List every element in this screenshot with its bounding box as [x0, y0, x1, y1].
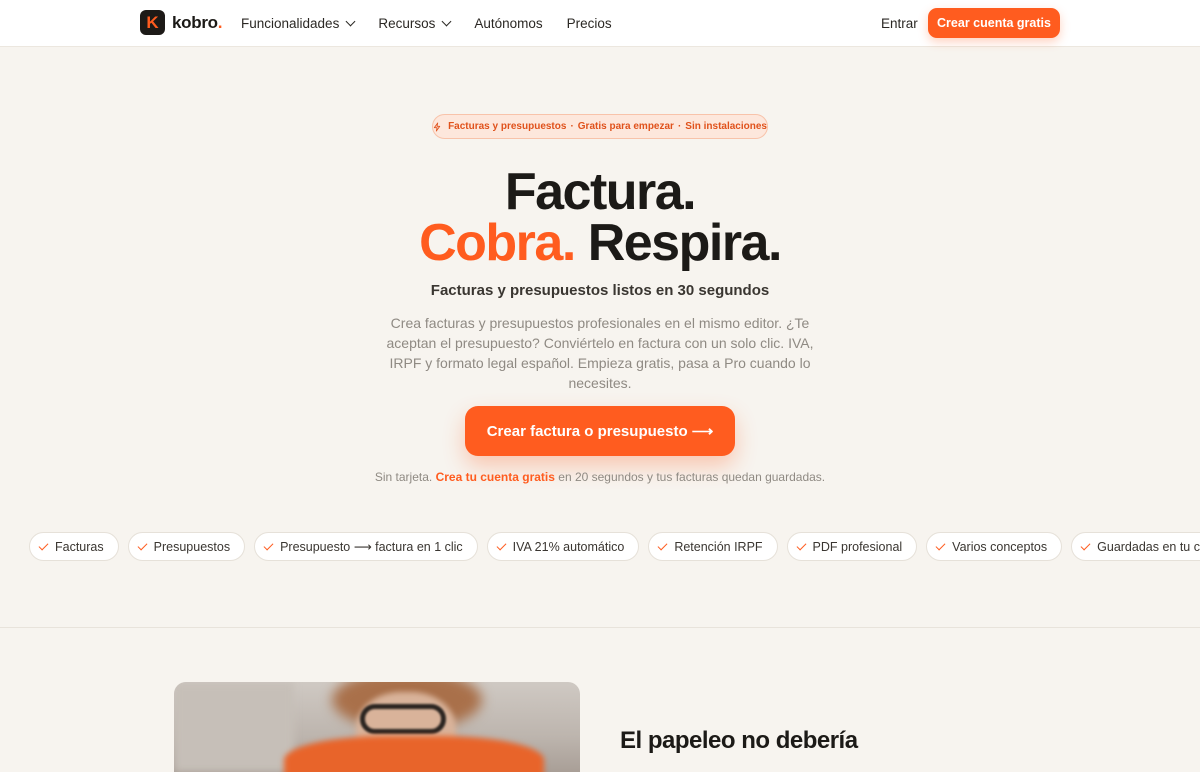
nav-item-funcionalidades[interactable]: Funcionalidades	[241, 16, 356, 31]
chevron-down-icon	[345, 16, 356, 27]
feature-chip: Facturas	[29, 532, 119, 561]
signup-note: Sin tarjeta. Crea tu cuenta gratis en 20…	[374, 470, 826, 484]
check-icon	[657, 540, 668, 550]
feature-chip: Retención IRPF	[648, 532, 778, 561]
feature-chip: Presupuesto ⟶ factura en 1 clic	[254, 532, 478, 561]
headline-accent: Cobra.	[419, 214, 576, 272]
signup-link[interactable]: Crea tu cuenta gratis	[436, 470, 555, 484]
nav-item-autonomos[interactable]: Autónomos	[474, 16, 542, 31]
headline-line-1: Factura.	[504, 163, 697, 221]
feature-chip: IVA 21% automático	[486, 532, 640, 561]
nav-item-precios[interactable]: Precios	[567, 16, 612, 31]
hero-badge: Facturas y presupuestos · Gratis para em…	[432, 114, 768, 139]
check-icon	[263, 540, 274, 550]
check-icon	[496, 540, 507, 550]
login-link[interactable]: Entrar	[881, 16, 918, 31]
create-account-button[interactable]: Crear cuenta gratis	[928, 8, 1060, 38]
feature-chip: Varios conceptos	[926, 532, 1063, 561]
feature-chip: PDF profesional	[786, 532, 918, 561]
feature-chip: Presupuestos	[127, 532, 246, 561]
site-header: K kobro. Funcionalidades Recursos Autóno…	[0, 0, 1200, 47]
main-nav: Funcionalidades Recursos Autónomos Preci…	[241, 0, 636, 47]
check-icon	[38, 540, 49, 550]
subheadline: Facturas y presupuestos listos en 30 seg…	[430, 282, 770, 299]
person-photo	[174, 682, 580, 772]
bolt-icon	[433, 122, 441, 131]
headline-rest: Respira.	[574, 214, 783, 272]
logo-text: kobro.	[172, 12, 223, 32]
section-divider	[0, 627, 1200, 628]
hero-description: Crea facturas y presupuestos profesional…	[386, 315, 814, 391]
headline-line-2: Cobra. Respira.	[0, 217, 1200, 269]
chevron-down-icon	[441, 16, 452, 27]
check-icon	[935, 540, 946, 550]
check-icon	[1080, 540, 1091, 550]
check-icon	[137, 540, 148, 550]
logo-mark-icon: K	[140, 10, 165, 35]
section-title: El papeleo no debería	[620, 727, 858, 754]
create-invoice-button[interactable]: Crear factura o presupuesto ⟶	[465, 406, 735, 456]
feature-chip: Guardadas en tu cuenta	[1071, 532, 1200, 561]
logo[interactable]: K kobro.	[140, 10, 223, 35]
feature-chips: Facturas Presupuestos Presupuesto ⟶ fact…	[29, 532, 1200, 561]
check-icon	[796, 540, 806, 550]
nav-item-recursos[interactable]: Recursos	[378, 16, 452, 31]
